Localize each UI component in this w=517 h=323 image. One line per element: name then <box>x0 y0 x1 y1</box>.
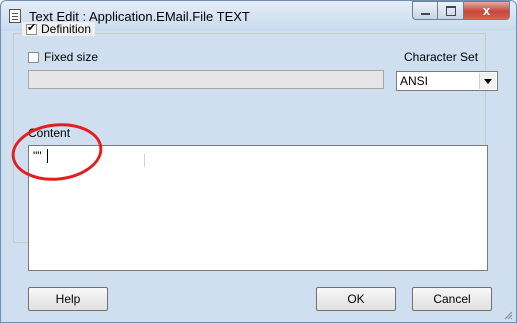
content-label: Content <box>28 126 71 140</box>
help-button[interactable]: Help <box>28 287 108 311</box>
window-controls: x <box>412 1 510 21</box>
minimize-button[interactable] <box>412 1 438 20</box>
size-field <box>28 70 384 89</box>
close-icon: x <box>482 3 491 18</box>
definition-label: Definition <box>41 22 92 36</box>
definition-checkbox[interactable] <box>26 21 37 35</box>
fixed-size-label: Fixed size <box>44 50 99 64</box>
minimize-icon <box>421 13 430 15</box>
fixed-size-row[interactable]: Fixed size <box>28 50 98 64</box>
maximize-icon <box>446 6 456 16</box>
chevron-down-icon[interactable] <box>479 73 496 89</box>
content-textarea[interactable]: "" <box>28 145 488 271</box>
close-button[interactable]: x <box>464 1 510 20</box>
resize-grip-icon[interactable] <box>503 310 513 320</box>
content-text: "" <box>33 149 42 163</box>
maximize-button[interactable] <box>438 1 464 20</box>
document-icon <box>9 9 21 23</box>
character-set-select[interactable]: ANSI <box>396 71 498 91</box>
ibeam-cursor-icon <box>144 154 145 167</box>
cancel-button[interactable]: Cancel <box>412 287 492 311</box>
definition-checkbox-row[interactable]: Definition <box>22 21 96 36</box>
character-set-label: Character Set <box>404 50 479 64</box>
fixed-size-checkbox[interactable] <box>28 51 39 63</box>
ok-button[interactable]: OK <box>316 287 396 311</box>
character-set-value: ANSI <box>400 74 429 88</box>
text-caret <box>47 149 48 163</box>
